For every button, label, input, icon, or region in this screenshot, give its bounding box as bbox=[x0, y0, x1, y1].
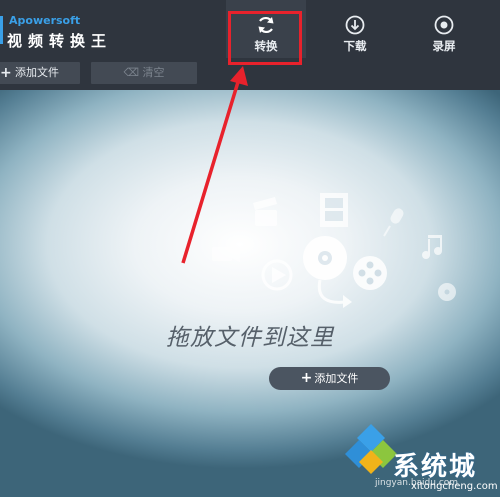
app-window: Apowersoft 视频转换王 转换 下载 录屏 + 添加文件 ⌫ 清空 拖放… bbox=[0, 0, 500, 497]
annotation-arrow bbox=[181, 66, 248, 264]
annotation-highlight-box bbox=[228, 11, 302, 65]
watermark-site-en: xitongcheng.com bbox=[411, 481, 498, 492]
windows-logo-icon bbox=[345, 424, 397, 474]
